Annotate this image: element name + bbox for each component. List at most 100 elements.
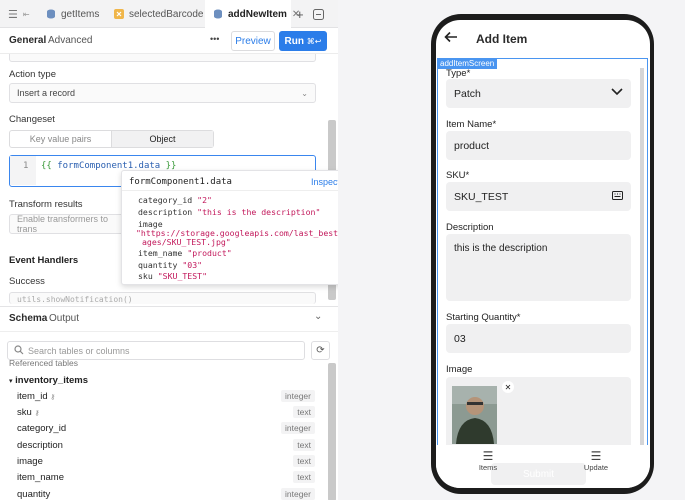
popover-entry-value: ages/SKU_TEST.jpg" bbox=[142, 237, 231, 247]
schema-panel: Schema Output ⌄ Search tables or columns… bbox=[0, 306, 338, 500]
search-icon bbox=[14, 345, 24, 357]
tab-selectedbarcode[interactable]: selectedBarcode bbox=[114, 0, 204, 28]
menu-icon: ☰ bbox=[482, 449, 494, 463]
more-options-button[interactable]: ••• bbox=[210, 34, 219, 44]
table-row: category_id integer bbox=[17, 422, 317, 437]
entry-value: "this is the description" bbox=[197, 207, 321, 217]
entry-key: quantity bbox=[138, 260, 178, 270]
nav-label: Items bbox=[478, 463, 498, 472]
entry-key: sku bbox=[138, 271, 153, 281]
chevron-down-icon: ⌄ bbox=[301, 88, 308, 98]
table-select-field[interactable] bbox=[9, 54, 316, 62]
column-type: text bbox=[293, 455, 315, 467]
column-name: image bbox=[17, 456, 43, 467]
collapse-icon: ⇤ bbox=[22, 9, 30, 19]
changeset-option-kv[interactable]: Key value pairs bbox=[10, 131, 111, 147]
inspect-link[interactable]: Inspect bbox=[311, 177, 338, 187]
success-label: Success bbox=[9, 276, 45, 287]
table-row: image text bbox=[17, 455, 317, 470]
schema-scrollbar[interactable] bbox=[328, 363, 336, 500]
entry-value: "2" bbox=[197, 195, 212, 205]
success-handler[interactable]: utils.showNotification() bbox=[9, 292, 316, 304]
action-type-value: Insert a record bbox=[17, 88, 76, 98]
entry-value: "SKU_TEST" bbox=[157, 271, 208, 281]
tab-general[interactable]: General bbox=[9, 35, 46, 46]
run-label: Run bbox=[284, 35, 304, 47]
changeset-option-object[interactable]: Object bbox=[111, 131, 213, 147]
search-placeholder: Search tables or columns bbox=[28, 345, 130, 356]
chevron-down-icon: ▾ bbox=[9, 378, 13, 385]
run-button[interactable]: Run ⌘↩ bbox=[279, 31, 327, 51]
nav-label: Update bbox=[583, 463, 609, 472]
collapse-icon[interactable]: ⌄ bbox=[314, 311, 322, 322]
tab-addnewitem[interactable]: addNewItem ✕ bbox=[205, 0, 300, 28]
entry-key: description bbox=[138, 207, 193, 217]
page-title: Add Item bbox=[476, 32, 528, 46]
nav-item-update[interactable]: ☰ Update bbox=[566, 449, 626, 472]
query-editor-panel: ☰ ⇤ getItems selectedBarcode addNewItem … bbox=[0, 0, 338, 500]
nav-item-items[interactable]: ☰ Items bbox=[458, 449, 518, 472]
divider bbox=[0, 331, 338, 332]
minimize-panel-icon[interactable] bbox=[313, 0, 327, 28]
column-type: integer bbox=[281, 390, 315, 402]
query-header: General Advanced ••• Preview Run ⌘↩ bbox=[0, 28, 338, 54]
key-icon: ⚷ bbox=[50, 394, 56, 401]
column-name: sku bbox=[17, 407, 32, 418]
popover-title: formComponent1.data bbox=[129, 177, 232, 187]
bottom-nav: Submit ☰ Items ☰ Update bbox=[436, 445, 650, 488]
schema-search-input[interactable]: Search tables or columns bbox=[7, 341, 305, 360]
tab-schema[interactable]: Schema bbox=[9, 313, 47, 324]
popover-entry: description "this is the description" bbox=[138, 207, 320, 217]
popover-entry: quantity "03" bbox=[138, 260, 202, 270]
query-list-toggle[interactable]: ☰ ⇤ bbox=[8, 0, 38, 28]
line-number: 1 bbox=[10, 156, 36, 185]
tab-label: selectedBarcode bbox=[129, 8, 204, 20]
entry-value: "product" bbox=[187, 248, 232, 258]
tab-advanced[interactable]: Advanced bbox=[48, 35, 92, 46]
column-name: description bbox=[17, 440, 63, 451]
entry-key: category_id bbox=[138, 195, 193, 205]
popover-entry: sku "SKU_TEST" bbox=[138, 271, 207, 281]
add-query-icon[interactable]: + bbox=[296, 0, 308, 28]
back-arrow-icon[interactable] bbox=[444, 30, 458, 47]
popover-divider bbox=[122, 190, 338, 191]
database-icon bbox=[46, 9, 56, 19]
table-row: quantity integer bbox=[17, 488, 317, 500]
transform-toggle[interactable]: Enable transformers to trans bbox=[9, 214, 129, 234]
entry-value: "03" bbox=[182, 260, 203, 270]
table-label: inventory_items bbox=[15, 375, 89, 386]
query-tab-bar: ☰ ⇤ getItems selectedBarcode addNewItem … bbox=[0, 0, 338, 28]
column-type: integer bbox=[281, 488, 315, 500]
run-shortcut: ⌘↩ bbox=[306, 36, 322, 46]
menu-icon: ☰ bbox=[590, 449, 602, 463]
selected-frame-outline bbox=[437, 58, 648, 458]
tab-label: addNewItem bbox=[228, 8, 287, 20]
table-name[interactable]: ▾ inventory_items bbox=[9, 375, 88, 386]
entry-key: item_name bbox=[138, 248, 183, 258]
popover-entry: category_id "2" bbox=[138, 195, 212, 205]
column-name: category_id bbox=[17, 423, 67, 434]
column-type: text bbox=[293, 439, 315, 451]
column-name: item_name bbox=[17, 472, 64, 483]
database-icon bbox=[213, 9, 223, 19]
tab-output[interactable]: Output bbox=[49, 313, 79, 324]
column-name: quantity bbox=[17, 489, 51, 500]
action-type-label: Action type bbox=[9, 69, 56, 80]
tab-label: getItems bbox=[61, 8, 100, 20]
changeset-label: Changeset bbox=[9, 114, 55, 125]
column-type: text bbox=[293, 471, 315, 483]
action-type-select[interactable]: Insert a record ⌄ bbox=[9, 83, 316, 103]
refresh-icon[interactable]: ⟳ bbox=[311, 341, 330, 360]
changeset-toggle: Key value pairs Object bbox=[9, 130, 214, 148]
key-icon: ⚷ bbox=[34, 410, 40, 417]
table-row: sku ⚷ text bbox=[17, 406, 317, 421]
preview-button[interactable]: Preview bbox=[231, 31, 275, 51]
transformer-icon bbox=[114, 9, 124, 19]
referenced-tables-label: Referenced tables bbox=[9, 360, 78, 368]
code-open-brace: {{ bbox=[41, 161, 58, 171]
screen-name-badge[interactable]: addItemScreen bbox=[437, 58, 498, 69]
tab-getitems[interactable]: getItems bbox=[46, 0, 106, 28]
app-bar: Add Item bbox=[436, 20, 650, 58]
transform-results-label: Transform results bbox=[9, 199, 83, 210]
column-type: text bbox=[293, 406, 315, 418]
